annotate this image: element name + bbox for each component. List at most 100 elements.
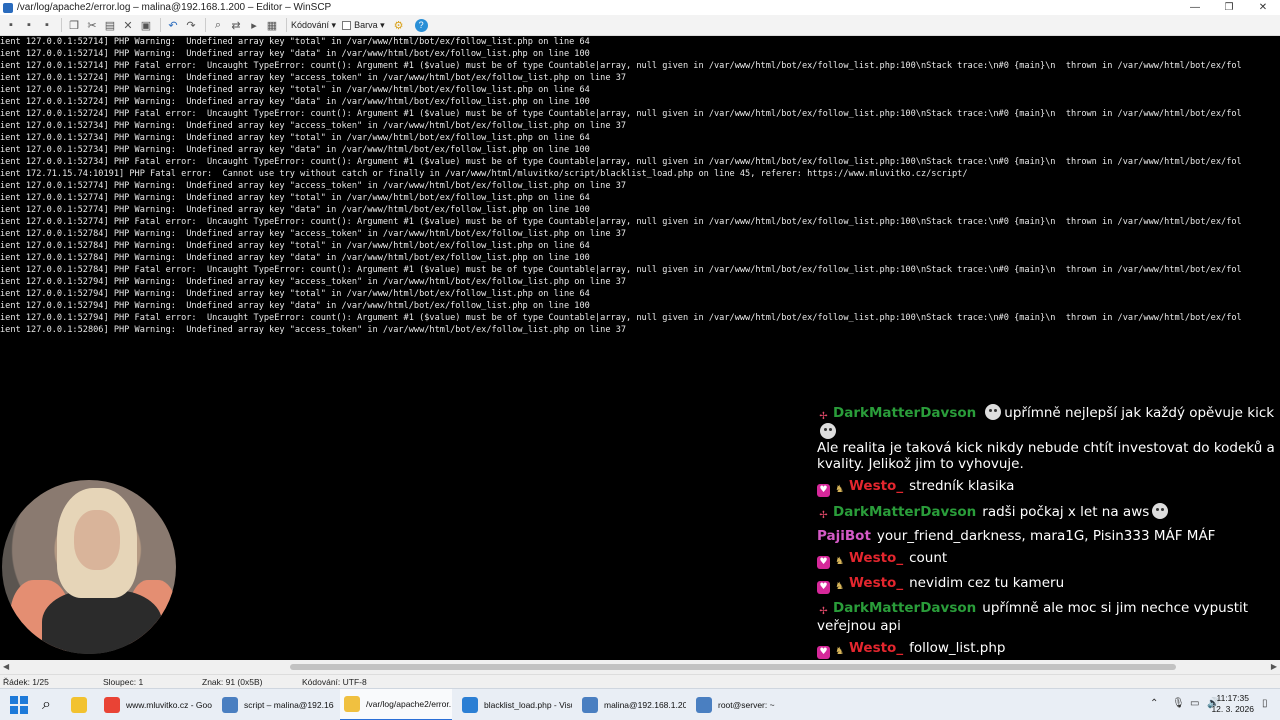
log-line: ient 127.0.0.1:52724] PHP Fatal error: U… [0,109,1242,119]
help-icon[interactable]: ? [414,18,428,32]
save-icon[interactable]: ▪ [3,17,19,33]
chevron-down-icon: ▾ [377,19,385,30]
chat-username[interactable]: DarkMatterDavson [833,504,976,520]
chat-username[interactable]: DarkMatterDavson [833,405,976,421]
find-next-icon[interactable]: ▸ [246,17,262,33]
gear-icon[interactable]: ⚙ [391,17,407,33]
app-icon [696,697,712,713]
encoding-dropdown[interactable]: Kódování ▾ [291,20,336,31]
close-button[interactable]: ✕ [1246,0,1280,15]
moderator-badge-icon: ✢ [819,510,828,521]
chat-message: ♥ ♞ Westo_ stredník klasika [817,478,1277,497]
chat-text: follow_list.php [909,640,1006,656]
status-column: Sloupec: 1 [103,677,144,687]
log-line: ient 127.0.0.1:52714] PHP Warning: Undef… [0,49,590,59]
app-icon [582,697,598,713]
windows-taskbar: ⌕ www.mluvitko.cz - Goo script – malina@1… [0,688,1280,720]
chat-message: ✢ DarkMatterDavson upřímně nejlepší jak ka… [817,404,1277,472]
chat-username[interactable]: Westo_ [849,640,903,656]
log-line: ient 127.0.0.1:52724] PHP Warning: Undef… [0,73,627,83]
taskbar-item[interactable]: malina@192.168.1.200 [578,689,686,720]
notification-icon[interactable]: ▯ [1262,698,1268,709]
find-icon[interactable]: ⌕ [210,17,226,33]
copy-icon[interactable]: ❐ [66,17,82,33]
start-button[interactable] [10,689,32,720]
moderator-badge-icon: ✢ [819,606,828,617]
log-line: ient 127.0.0.1:52734] PHP Warning: Undef… [0,133,590,143]
status-line: Řádek: 1/25 [3,677,49,687]
app-icon [344,696,360,712]
emote-icon [1152,503,1169,519]
chat-overlay: ✢ DarkMatterDavson upřímně nejlepší jak ka… [817,404,1277,694]
window-title: /var/log/apache2/error.log – malina@192.… [17,2,332,13]
chat-username[interactable]: PajiBot [817,528,871,544]
log-line: ient 127.0.0.1:52774] PHP Warning: Undef… [0,181,627,191]
tray-chevron-icon[interactable]: ⌃ [1150,698,1158,709]
taskbar-item[interactable]: /var/log/apache2/error. [340,689,452,720]
file-explorer-icon[interactable] [71,689,91,720]
replace-icon[interactable]: ⇄ [228,17,244,33]
scroll-right-icon[interactable]: ▶ [1271,662,1277,671]
maximize-button[interactable]: ❐ [1212,0,1246,15]
log-line: ient 127.0.0.1:52774] PHP Fatal error: U… [0,217,1242,227]
toolbar-separator [205,18,206,32]
undo-icon[interactable]: ↶ [165,17,181,33]
chat-text: count [909,550,948,566]
vip-badge-icon: ♞ [835,581,844,592]
microphone-icon[interactable]: 🎙 [1172,698,1185,709]
taskbar-item[interactable]: root@server: ~ [692,689,780,720]
taskbar-item[interactable]: script – malina@192.168 [218,689,334,720]
minimize-button[interactable]: — [1178,0,1212,15]
scroll-left-icon[interactable]: ◀ [3,662,9,671]
winscp-editor-window: /var/log/apache2/error.log – malina@192.… [0,0,1280,720]
winscp-icon [3,2,13,13]
cut-icon[interactable]: ✂ [84,17,100,33]
toolbar: ▪ ▪ ▪ ❐ ✂ ▤ ✕ ▣ ↶ ↷ ⌕ ⇄ ▸ ▦ Kódování ▾ B… [0,15,1280,36]
horizontal-scrollbar[interactable]: ◀ ▶ [0,660,1280,674]
clock-date: 12. 3. 2026 [1211,704,1254,714]
log-line: ient 127.0.0.1:52734] PHP Warning: Undef… [0,121,627,131]
emote-icon [820,423,836,439]
log-line: ient 127.0.0.1:52794] PHP Warning: Undef… [0,277,627,287]
title-bar: /var/log/apache2/error.log – malina@192.… [0,0,1280,15]
taskbar-item[interactable]: www.mluvitko.cz - Goo [100,689,212,720]
chat-username[interactable]: DarkMatterDavson [833,600,976,616]
chat-username[interactable]: Westo_ [849,575,903,591]
toolbar-separator [160,18,161,32]
redo-icon[interactable]: ↷ [183,17,199,33]
paste-icon[interactable]: ▤ [102,17,118,33]
clock[interactable]: 11:17:35 12. 3. 2026 [1211,693,1254,715]
status-char: Znak: 91 (0x5B) [202,677,263,687]
chat-message: PajiBot your_friend_darkness, mara1G, Pis… [817,528,1277,544]
scrollbar-thumb[interactable] [290,664,1176,670]
emote-icon [985,404,1002,420]
log-line: ient 127.0.0.1:52806] PHP Warning: Undef… [0,325,627,335]
taskbar-item[interactable]: blacklist_load.php - Visu [458,689,572,720]
chevron-down-icon: ▾ [329,19,337,30]
delete-icon[interactable]: ✕ [120,17,136,33]
vip-badge-icon: ♞ [835,646,844,657]
taskbar-item-label: script – malina@192.168 [244,700,334,710]
subscriber-badge-icon: ♥ [817,581,830,594]
chat-username[interactable]: Westo_ [849,478,903,494]
log-line: ient 127.0.0.1:52724] PHP Warning: Undef… [0,85,590,95]
log-line: ient 127.0.0.1:52714] PHP Warning: Undef… [0,37,590,47]
log-line: ient 127.0.0.1:52784] PHP Warning: Undef… [0,253,590,263]
select-all-icon[interactable]: ▣ [138,17,154,33]
save-all-icon[interactable]: ▪ [21,17,37,33]
color-dropdown[interactable]: Barva ▾ [342,20,385,31]
search-icon[interactable]: ⌕ [42,689,62,720]
chat-message: ♥ ♞ Westo_ follow_list.php [817,640,1277,659]
log-line: ient 127.0.0.1:52784] PHP Fatal error: U… [0,265,1242,275]
subscriber-badge-icon: ♥ [817,556,830,569]
goto-line-icon[interactable]: ▦ [264,17,280,33]
taskbar-item-label: www.mluvitko.cz - Goo [126,700,212,710]
log-line: ient 127.0.0.1:52774] PHP Warning: Undef… [0,193,590,203]
app-icon [222,697,238,713]
chat-message: ♥ ♞ Westo_ count [817,550,1277,569]
taskbar-item-label: malina@192.168.1.200 [604,700,686,710]
network-icon[interactable]: ▭ [1190,698,1199,709]
open-icon[interactable]: ▪ [39,17,55,33]
app-icon [462,697,478,713]
chat-username[interactable]: Westo_ [849,550,903,566]
